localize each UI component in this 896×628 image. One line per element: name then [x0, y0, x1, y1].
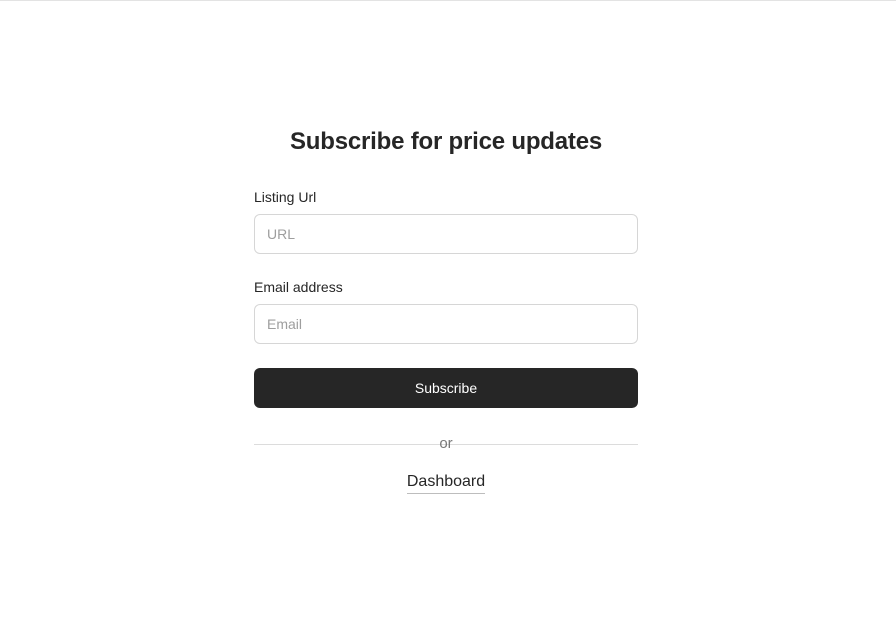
dashboard-row: Dashboard	[254, 472, 638, 494]
top-border	[0, 0, 896, 1]
divider-text: or	[439, 435, 453, 452]
listing-url-label: Listing Url	[254, 189, 317, 205]
subscribe-form: Subscribe for price updates Listing Url …	[254, 126, 638, 494]
subscribe-button[interactable]: Subscribe	[254, 368, 638, 408]
email-label: Email address	[254, 279, 343, 295]
page-title: Subscribe for price updates	[289, 128, 602, 155]
dashboard-link[interactable]: Dashboard	[406, 472, 486, 494]
email-input[interactable]	[254, 304, 638, 344]
or-divider: or	[254, 434, 638, 454]
listing-url-input[interactable]	[254, 214, 638, 254]
